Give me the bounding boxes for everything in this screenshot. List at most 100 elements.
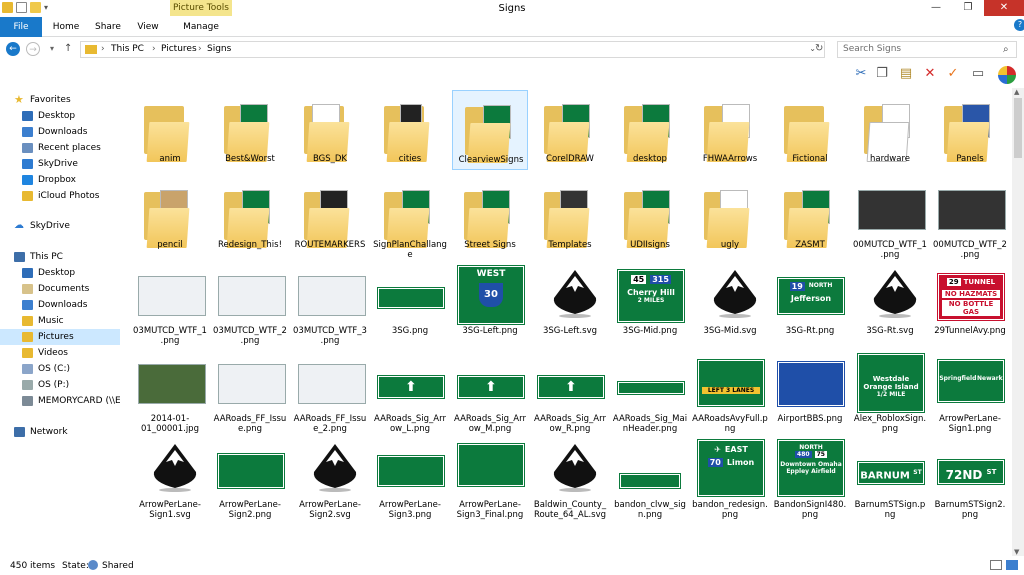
breadcrumb-signs[interactable]: Signs: [207, 44, 231, 54]
nav-item-os-p[interactable]: OS (P:): [0, 377, 120, 393]
image-item[interactable]: ⬆ AARoads_Sig_Arrow_M.png: [452, 350, 528, 434]
large-icons-view-icon[interactable]: [1006, 560, 1018, 570]
nav-network[interactable]: Network: [0, 424, 120, 440]
help-icon[interactable]: ?: [1014, 19, 1024, 31]
up-button[interactable]: ↑: [64, 43, 72, 54]
folder-item[interactable]: Fictional: [772, 90, 848, 170]
recent-locations-icon[interactable]: ▾: [50, 44, 54, 53]
folder-item[interactable]: UDIIsigns: [612, 176, 688, 256]
tab-home[interactable]: Home: [46, 17, 86, 37]
image-item[interactable]: 3SG-Left.svg: [532, 262, 608, 342]
image-item[interactable]: 3SG-Mid.svg: [692, 262, 768, 342]
image-item[interactable]: bandon_clvw_sign.png: [612, 436, 688, 520]
search-input[interactable]: Search Signs: [837, 41, 1017, 58]
nav-item-documents[interactable]: Documents: [0, 281, 120, 297]
nav-item-skydrive-fav[interactable]: SkyDrive: [0, 156, 120, 172]
folder-item[interactable]: desktop: [612, 90, 688, 170]
color-wheel-icon[interactable]: [998, 66, 1016, 84]
checkmark-icon[interactable]: ✓: [945, 66, 961, 82]
minimize-button[interactable]: —: [920, 0, 952, 16]
nav-item-icloud-photos[interactable]: iCloud Photos: [0, 188, 120, 204]
folder-item[interactable]: Redesign_This!: [212, 176, 288, 256]
copy-icon[interactable]: ❐: [874, 66, 890, 82]
folder-item[interactable]: cities: [372, 90, 448, 170]
image-item[interactable]: 03MUTCD_WTF_2.png: [212, 262, 288, 346]
folder-item[interactable]: Templates: [532, 176, 608, 256]
search-icon[interactable]: ⌕: [1003, 44, 1009, 55]
image-item[interactable]: AirportBBS.png: [772, 350, 848, 430]
image-item[interactable]: ⬆ AARoads_Sig_Arrow_L.png: [372, 350, 448, 434]
folder-item[interactable]: CorelDRAW: [532, 90, 608, 170]
nav-item-pc-desktop[interactable]: Desktop: [0, 265, 120, 281]
breadcrumb-separator-icon[interactable]: ›: [101, 44, 105, 54]
folder-item[interactable]: ZASMT: [772, 176, 848, 256]
nav-item-recent-places[interactable]: Recent places: [0, 140, 120, 156]
breadcrumb-separator-icon[interactable]: ›: [152, 44, 156, 54]
image-item[interactable]: 03MUTCD_WTF_3.png: [292, 262, 368, 346]
nav-item-pictures[interactable]: Pictures: [0, 329, 120, 345]
image-item[interactable]: Baldwin_County_Route_64_AL.svg: [532, 436, 608, 520]
back-button[interactable]: ←: [6, 42, 20, 56]
image-item[interactable]: ArrowPerLane-Sign2.png: [212, 436, 288, 520]
nav-item-videos[interactable]: Videos: [0, 345, 120, 361]
folder-item[interactable]: ugly: [692, 176, 768, 256]
image-item[interactable]: 19 NORTH Jefferson 3SG-Rt.png: [772, 262, 848, 342]
folder-item[interactable]: pencil: [132, 176, 208, 256]
nav-item-memorycard[interactable]: MEMORYCARD (\\E: [0, 393, 120, 409]
nav-item-pc-downloads[interactable]: Downloads: [0, 297, 120, 313]
image-item[interactable]: 72ND ST BarnumSTSign2.png: [932, 436, 1008, 520]
nav-favorites[interactable]: ★ Favorites: [0, 92, 120, 108]
image-item[interactable]: LEFT 3 LANES AARoadsAvyFull.png: [692, 350, 768, 434]
image-item[interactable]: 00MUTCD_WTF_1.png: [852, 176, 928, 260]
close-button[interactable]: ✕: [984, 0, 1024, 16]
nav-item-downloads[interactable]: Downloads: [0, 124, 120, 140]
folder-item[interactable]: Street Signs: [452, 176, 528, 256]
image-item[interactable]: Springfield Newark ArrowPerLane-Sign1.png: [932, 350, 1008, 434]
folder-item[interactable]: Panels: [932, 90, 1008, 170]
maximize-button[interactable]: ❐: [952, 0, 984, 16]
delete-icon[interactable]: ✕: [922, 66, 938, 82]
image-item[interactable]: AARoads_FF_Issue_2.png: [292, 350, 368, 434]
breadcrumb-pictures[interactable]: Pictures: [161, 44, 197, 54]
image-item[interactable]: 00MUTCD_WTF_2.png: [932, 176, 1008, 260]
image-item[interactable]: WEST 30 3SG-Left.png: [452, 262, 528, 342]
folder-item[interactable]: hardware: [852, 90, 928, 170]
image-item[interactable]: 29 TUNNEL NO HAZMATS NO BOTTLE GAS 29Tunnel…: [932, 262, 1008, 342]
tab-view[interactable]: View: [130, 17, 166, 37]
nav-this-pc[interactable]: This PC: [0, 249, 120, 265]
image-item[interactable]: 45 315 Cherry Hill 2 MILES 3SG-Mid.png: [612, 262, 688, 342]
nav-item-desktop[interactable]: Desktop: [0, 108, 120, 124]
nav-item-os-c[interactable]: OS (C:): [0, 361, 120, 377]
folder-item[interactable]: ClearviewSigns: [452, 90, 528, 170]
address-bar[interactable]: › This PC › Pictures › Signs ⌄: [80, 41, 825, 58]
folder-item[interactable]: Best&Worst: [212, 90, 288, 170]
tab-share[interactable]: Share: [88, 17, 128, 37]
vertical-scrollbar[interactable]: ▲ ▼: [1012, 88, 1024, 556]
image-item[interactable]: AARoads_Sig_MainHeader.png: [612, 350, 688, 434]
image-item[interactable]: BARNUM ST BarnumSTSign.png: [852, 436, 928, 520]
paste-icon[interactable]: ▤: [898, 66, 914, 82]
nav-skydrive[interactable]: ☁ SkyDrive: [0, 218, 120, 234]
scroll-down-icon[interactable]: ▼: [1014, 548, 1019, 556]
image-item[interactable]: 2014-01-01_00001.jpg: [132, 350, 208, 434]
image-item[interactable]: 3SG-Rt.svg: [852, 262, 928, 342]
tab-manage[interactable]: Manage: [170, 17, 232, 37]
folder-item[interactable]: anim: [132, 90, 208, 170]
image-item[interactable]: ArrowPerLane-Sign3.png: [372, 436, 448, 520]
refresh-icon[interactable]: ↻: [815, 43, 823, 54]
scrollbar-thumb[interactable]: [1014, 98, 1022, 158]
image-item[interactable]: ArrowPerLane-Sign3_Final.png: [452, 436, 528, 520]
folder-item[interactable]: ROUTEMARKERS: [292, 176, 368, 256]
rename-icon[interactable]: ▭: [970, 66, 986, 82]
cut-icon[interactable]: ✂: [853, 66, 869, 82]
image-item[interactable]: NORTH 480 75 Downtown Omaha Eppley Airfield …: [772, 436, 848, 520]
image-item[interactable]: 03MUTCD_WTF_1.png: [132, 262, 208, 346]
image-item[interactable]: AARoads_FF_Issue.png: [212, 350, 288, 434]
folder-item[interactable]: SignPlanChallange: [372, 176, 448, 260]
breadcrumb-separator-icon[interactable]: ›: [198, 44, 202, 54]
tab-file[interactable]: File: [0, 17, 42, 37]
folder-item[interactable]: BGS_DK: [292, 90, 368, 170]
nav-item-dropbox[interactable]: Dropbox: [0, 172, 120, 188]
breadcrumb-this-pc[interactable]: This PC: [111, 44, 144, 54]
forward-button[interactable]: →: [26, 42, 40, 56]
